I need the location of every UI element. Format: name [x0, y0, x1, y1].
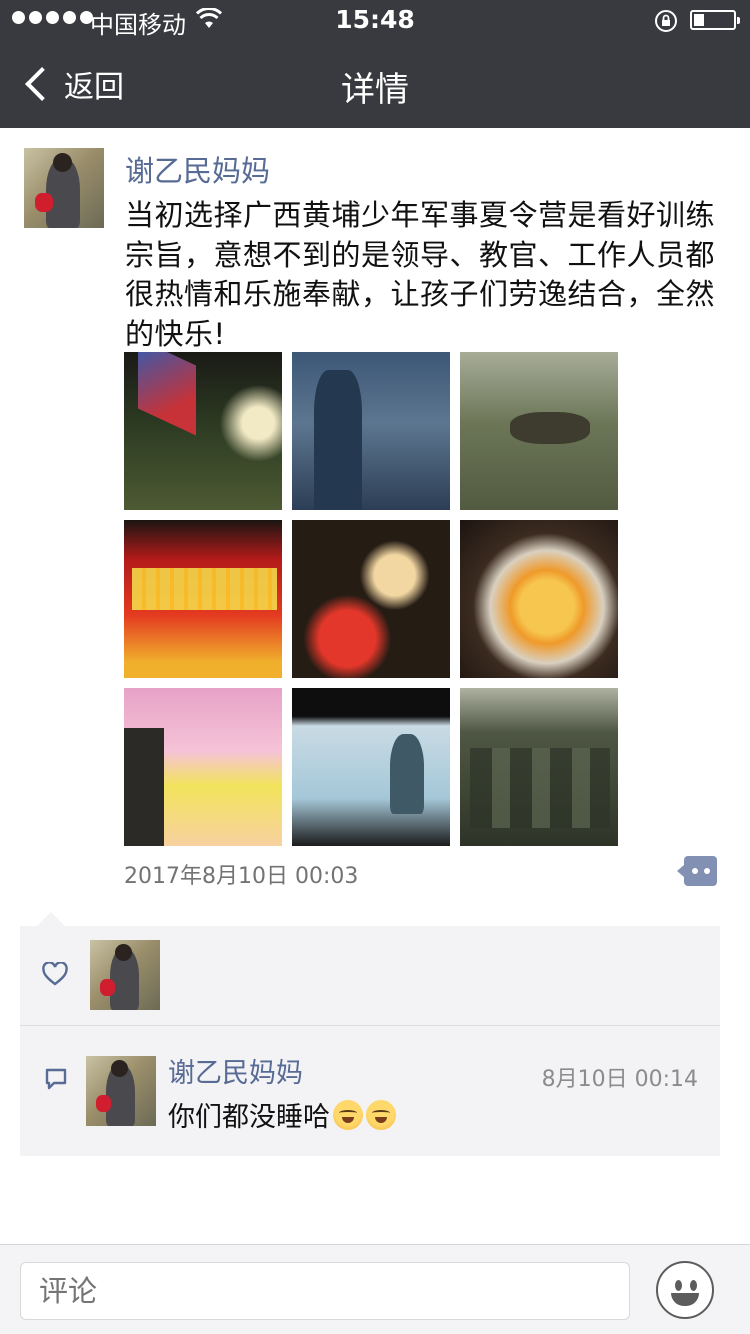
photo-crawling-drill[interactable] [460, 352, 618, 510]
nav-bar: 返回 详情 [0, 40, 750, 128]
comment-input[interactable] [20, 1262, 630, 1320]
page-title: 详情 [341, 70, 409, 110]
top-header: 中国移动 15:48 返回 详情 [0, 0, 750, 128]
status-bar: 中国移动 15:48 [0, 0, 750, 40]
post-text: 当初选择广西黄埔少年军事夏令营是看好训练宗旨，意想不到的是领导、教官、工作人员都… [125, 198, 716, 351]
commenter-name[interactable]: 谢乙民妈妈 [168, 1051, 303, 1090]
rotation-lock-icon [655, 10, 677, 32]
status-time: 15:48 [335, 5, 415, 34]
photo-fruit-cake[interactable] [460, 520, 618, 678]
liker-avatar[interactable] [90, 940, 160, 1010]
post-author-name[interactable]: 谢乙民妈妈 [125, 148, 270, 190]
panel-pointer [37, 912, 65, 926]
photo-birthday-banner[interactable] [124, 688, 282, 846]
crying-laughing-emoji-icon [333, 1099, 363, 1130]
post-timestamp: 2017年8月10日 00:03 [124, 864, 359, 889]
comment-time: 8月10日 00:14 [541, 1067, 698, 1092]
photo-birthday-cakes[interactable] [292, 520, 450, 678]
photo-birthday-screen[interactable] [292, 688, 450, 846]
comment-item[interactable]: 谢乙民妈妈 8月10日 00:14 你们都没睡哈 [20, 1027, 720, 1156]
comment-composer [0, 1244, 750, 1334]
comment-text: 你们都没睡哈 [168, 1095, 396, 1134]
heart-icon [42, 962, 68, 986]
likes-row [20, 926, 720, 1026]
photo-grid [124, 352, 618, 846]
comment-bubble-icon [45, 1068, 67, 1090]
photo-flag-ceremony[interactable] [124, 352, 282, 510]
photo-cadets-line[interactable] [292, 352, 450, 510]
comment-body: 你们都没睡哈 [168, 1102, 330, 1133]
commenter-avatar[interactable] [86, 1056, 156, 1126]
comment-menu-button[interactable] [677, 856, 717, 886]
crying-laughing-emoji-icon [366, 1099, 396, 1130]
likes-comments-panel: 谢乙民妈妈 8月10日 00:14 你们都没睡哈 [20, 926, 720, 1156]
photo-graduation-screen[interactable] [124, 520, 282, 678]
smiley-icon[interactable] [656, 1261, 714, 1319]
battery-icon [690, 10, 740, 30]
photo-cadets-seated[interactable] [460, 688, 618, 846]
author-avatar[interactable] [24, 148, 104, 228]
